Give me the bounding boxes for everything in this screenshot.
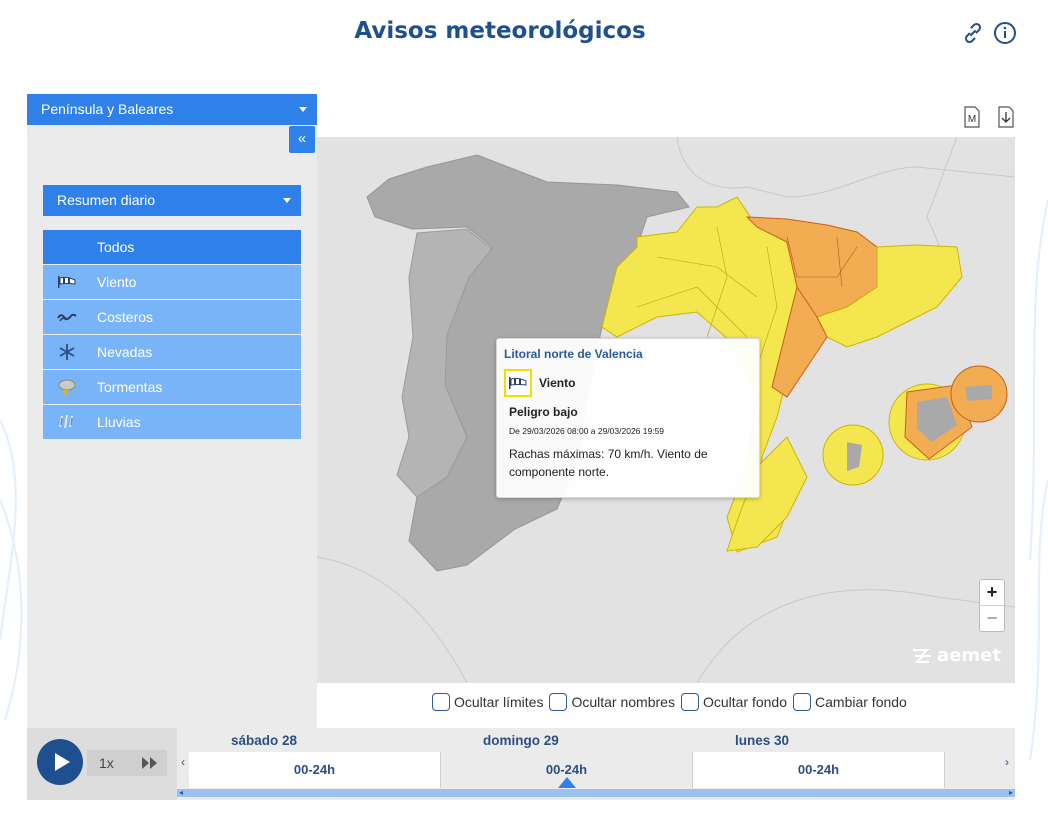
scrollbar-right-arrow[interactable]: ▸ bbox=[1009, 788, 1013, 797]
option-hide-names[interactable]: Ocultar nombres bbox=[549, 693, 675, 711]
filter-label: Viento bbox=[97, 274, 137, 290]
hide-borders-checkbox[interactable] bbox=[432, 693, 450, 711]
header-actions bbox=[960, 20, 1018, 46]
timeline: 1x ‹ sábado 28 00-24h domingo 29 00-24h … bbox=[27, 728, 1015, 800]
filter-item-lluvias[interactable]: Lluvias bbox=[43, 405, 301, 439]
link-icon[interactable] bbox=[960, 20, 986, 46]
download-button[interactable] bbox=[996, 106, 1016, 128]
filter-item-nevadas[interactable]: Nevadas bbox=[43, 335, 301, 369]
option-label: Ocultar fondo bbox=[702, 694, 788, 710]
day-name: sábado 28 bbox=[231, 733, 298, 748]
rain-icon bbox=[57, 413, 77, 431]
option-hide-borders[interactable]: Ocultar límites bbox=[432, 693, 543, 711]
popup-warning-type: Viento bbox=[539, 376, 576, 390]
sidebar-panel: Península y Baleares « Resumen diario To… bbox=[27, 94, 317, 728]
day-slot[interactable]: 00-24h bbox=[693, 752, 945, 788]
change-background-checkbox[interactable] bbox=[793, 693, 812, 711]
filter-label: Tormentas bbox=[97, 379, 163, 395]
scroll-left-icon[interactable]: ‹ bbox=[177, 752, 189, 772]
map-options: Ocultar límites Ocultar nombres Ocultar … bbox=[432, 693, 913, 711]
option-change-background[interactable]: Cambiar fondo bbox=[793, 693, 907, 711]
option-label: Ocultar nombres bbox=[571, 694, 675, 710]
snowflake-icon bbox=[57, 343, 77, 361]
filter-item-todos[interactable]: Todos bbox=[43, 230, 301, 264]
play-button[interactable] bbox=[37, 739, 83, 785]
download-icon bbox=[998, 106, 1014, 128]
hide-names-checkbox[interactable] bbox=[549, 693, 568, 711]
timeline-scrollbar[interactable]: ◂ ▸ bbox=[177, 788, 1015, 797]
export-m-label: M bbox=[968, 114, 976, 125]
summary-select[interactable]: Resumen diario bbox=[43, 185, 301, 216]
filter-label: Nevadas bbox=[97, 344, 153, 360]
summary-select-label: Resumen diario bbox=[57, 192, 156, 208]
selected-day-pointer bbox=[558, 777, 576, 788]
speed-control[interactable]: 1x bbox=[87, 750, 167, 776]
map-toolbar: M bbox=[962, 106, 1016, 128]
speed-label: 1x bbox=[99, 755, 114, 771]
waves-icon bbox=[57, 308, 77, 326]
region-select[interactable]: Península y Baleares bbox=[27, 94, 317, 125]
zoom-out-button[interactable]: − bbox=[980, 605, 1004, 630]
filter-label: Todos bbox=[97, 239, 135, 255]
day-item[interactable]: sábado 28 00-24h bbox=[189, 728, 441, 788]
filter-item-costeros[interactable]: Costeros bbox=[43, 300, 301, 334]
storm-icon bbox=[57, 378, 77, 396]
day-name: lunes 30 bbox=[735, 733, 790, 748]
playback-controls: 1x bbox=[27, 728, 177, 800]
filter-item-tormentas[interactable]: Tormentas bbox=[43, 370, 301, 404]
day-name: domingo 29 bbox=[483, 733, 559, 748]
filter-label: Lluvias bbox=[97, 414, 141, 430]
popup-warning-level: Peligro bajo bbox=[509, 405, 578, 419]
popup-description: Rachas máximas: 70 km/h. Viento de compo… bbox=[509, 447, 708, 479]
info-icon[interactable] bbox=[992, 20, 1018, 46]
filter-label: Costeros bbox=[97, 309, 154, 325]
day-item[interactable]: lunes 30 00-24h bbox=[693, 728, 945, 788]
collapse-sidebar-button[interactable]: « bbox=[289, 126, 315, 153]
aemet-logo: aemet bbox=[911, 645, 1001, 666]
option-label: Ocultar límites bbox=[454, 694, 544, 710]
scroll-right-icon[interactable]: › bbox=[1001, 752, 1013, 772]
warning-popup: Litoral norte de Valencia Viento Peligro… bbox=[496, 338, 760, 498]
scrollbar-left-arrow[interactable]: ◂ bbox=[179, 788, 183, 797]
aemet-logo-text: aemet bbox=[937, 645, 1001, 666]
chevron-down-icon bbox=[299, 107, 307, 112]
day-selector: ‹ sábado 28 00-24h domingo 29 00-24h lun… bbox=[177, 728, 1015, 800]
option-label: Cambiar fondo bbox=[815, 694, 907, 710]
aemet-logo-icon bbox=[913, 648, 931, 663]
popup-title: Litoral norte de Valencia bbox=[504, 347, 643, 361]
wind-icon bbox=[504, 369, 532, 397]
region-select-label: Península y Baleares bbox=[41, 101, 174, 117]
filter-item-viento[interactable]: Viento bbox=[43, 265, 301, 299]
fast-forward-icon[interactable] bbox=[141, 756, 159, 775]
popup-date-range: De 29/03/2026 08:00 a 29/03/2026 19:59 bbox=[509, 426, 665, 436]
day-slot[interactable]: 00-24h bbox=[189, 752, 441, 788]
wind-icon bbox=[57, 273, 77, 291]
filter-list: Todos Viento Costeros Nevadas Tormentas bbox=[43, 230, 301, 440]
warning-map[interactable]: Litoral norte de Valencia Viento Peligro… bbox=[317, 137, 1015, 683]
zoom-in-button[interactable]: + bbox=[980, 580, 1004, 605]
export-m-button[interactable]: M bbox=[962, 106, 982, 128]
zoom-control: + − bbox=[979, 579, 1005, 632]
page-title: Avisos meteorológicos bbox=[354, 18, 646, 44]
chevron-down-icon bbox=[283, 198, 291, 203]
option-hide-background[interactable]: Ocultar fondo bbox=[680, 693, 788, 711]
hide-background-checkbox[interactable] bbox=[680, 693, 699, 711]
